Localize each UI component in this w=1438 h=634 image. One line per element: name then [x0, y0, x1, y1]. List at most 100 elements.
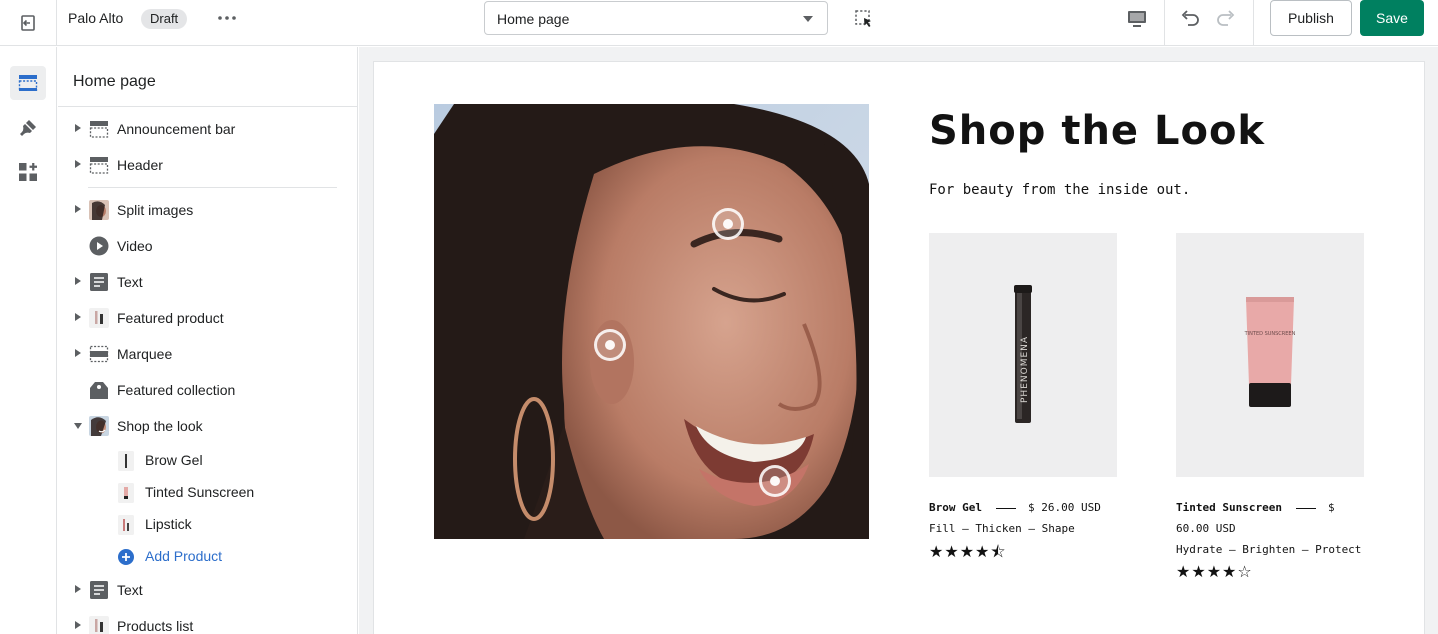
ellipsis-icon: [218, 16, 236, 20]
save-button[interactable]: Save: [1360, 0, 1424, 36]
divider: [58, 106, 357, 107]
product-label-text: TINTED SUNSCREEN: [1244, 331, 1296, 337]
product-name: Brow Gel: [929, 501, 982, 514]
sidebar-item-header[interactable]: Header: [58, 150, 357, 180]
sidebar-title: Home page: [73, 73, 156, 90]
product-image: PHENOMENA: [929, 233, 1117, 477]
desktop-icon: [1128, 11, 1146, 27]
product-label-text: PHENOMENA: [1020, 336, 1030, 403]
sidebar-item-shop-the-look[interactable]: Shop the look: [58, 411, 357, 441]
block-item-brow-gel[interactable]: Brow Gel: [58, 446, 357, 474]
rail-apps-button[interactable]: [10, 155, 46, 189]
hotspot-tinted-sunscreen[interactable]: [594, 329, 626, 361]
add-product-button[interactable]: Add Product: [58, 542, 357, 570]
page-select[interactable]: Home page: [484, 1, 828, 35]
publish-button[interactable]: Publish: [1270, 0, 1352, 36]
section-subheading: For beauty from the inside out.: [929, 182, 1191, 198]
sidebar-item-products-list[interactable]: Products list: [58, 611, 357, 634]
sidebar-item-label: Products list: [117, 618, 194, 634]
product-card[interactable]: TINTED SUNSCREEN Tinted Sunscreen $ 60.00…: [1176, 233, 1364, 581]
marquee-icon: [88, 343, 110, 365]
section-icon: [88, 118, 110, 140]
product-image: TINTED SUNSCREEN: [1176, 233, 1364, 477]
product-meta: Brow Gel $ 26.00 USD: [929, 497, 1117, 518]
chevron-right-icon: [75, 277, 81, 285]
image-thumbnail-icon: [88, 415, 110, 437]
dash-separator: [995, 507, 1016, 509]
sidebar-item-marquee[interactable]: Marquee: [58, 339, 357, 369]
status-badge: Draft: [141, 9, 188, 29]
chevron-right-icon: [75, 313, 81, 321]
paint-brush-icon: [20, 120, 36, 136]
editor-rail: [0, 47, 57, 634]
section-icon: [88, 154, 110, 176]
chevron-right-icon: [75, 585, 81, 593]
exit-icon: [21, 15, 35, 31]
product-thumbnail-icon: [88, 615, 110, 634]
block-item-label: Brow Gel: [145, 452, 203, 468]
sidebar-item-label: Split images: [117, 202, 194, 218]
image-thumbnail-icon: [88, 199, 110, 221]
sidebar-item-text-2[interactable]: Text: [58, 575, 357, 605]
sidebar-item-split-images[interactable]: Split images: [58, 195, 357, 225]
chevron-right-icon: [75, 160, 81, 168]
inspector-button[interactable]: [851, 6, 877, 32]
chevron-down-icon: [803, 16, 813, 22]
slider-pagination: [1108, 630, 1198, 634]
more-actions-button[interactable]: [214, 8, 240, 28]
play-icon: [88, 235, 110, 257]
redo-icon: [1217, 10, 1235, 26]
shop-the-look-image: [434, 104, 869, 539]
block-item-label: Lipstick: [145, 516, 192, 532]
product-price: $ 26.00 USD: [1027, 501, 1101, 514]
undo-button[interactable]: [1176, 4, 1204, 32]
product-name: Tinted Sunscreen: [1176, 501, 1282, 514]
section-heading: Shop the Look: [929, 108, 1266, 154]
desktop-view-button[interactable]: [1124, 6, 1150, 32]
rail-theme-settings-button[interactable]: [10, 111, 46, 145]
sidebar-item-featured-product[interactable]: Featured product: [58, 303, 357, 333]
dash-separator: [1295, 507, 1316, 509]
block-item-label: Tinted Sunscreen: [145, 484, 255, 500]
apps-icon: [19, 163, 37, 181]
sidebar-item-text[interactable]: Text: [58, 267, 357, 297]
add-product-label: Add Product: [145, 548, 223, 564]
sidebar-item-announcement-bar[interactable]: Announcement bar: [58, 114, 357, 144]
chevron-right-icon: [75, 124, 81, 132]
chevron-right-icon: [75, 621, 81, 629]
sidebar-item-label: Featured product: [117, 310, 224, 326]
divider: [1253, 0, 1254, 46]
sidebar-item-label: Shop the look: [117, 418, 203, 434]
store-name: Palo Alto: [68, 10, 124, 26]
product-price: $: [1327, 501, 1335, 514]
undo-icon: [1181, 10, 1199, 26]
page-select-value: Home page: [497, 11, 570, 27]
product-card[interactable]: PHENOMENA Brow Gel $ 26.00 USD Fill – Thi…: [929, 233, 1117, 568]
rail-sections-button[interactable]: [10, 66, 46, 100]
product-thumbnail-icon: [117, 482, 135, 504]
redo-button[interactable]: [1212, 4, 1240, 32]
block-item-lipstick[interactable]: Lipstick: [58, 510, 357, 538]
text-icon: [88, 271, 110, 293]
divider: [1164, 0, 1165, 46]
hotspot-lipstick[interactable]: [759, 465, 791, 497]
add-circle-icon: [117, 546, 135, 568]
model-photo: [434, 104, 869, 539]
sidebar-item-label: Featured collection: [117, 382, 236, 398]
select-element-icon: [855, 10, 871, 27]
sidebar-item-label: Header: [117, 157, 163, 173]
divider: [88, 187, 337, 188]
sidebar-item-video[interactable]: Video: [58, 231, 357, 261]
exit-button[interactable]: [0, 0, 57, 46]
product-price-amount: 60.00 USD: [1176, 522, 1236, 535]
sidebar-item-label: Text: [117, 274, 143, 290]
sidebar-item-label: Marquee: [117, 346, 173, 362]
storefront-preview: Shop the Look For beauty from the inside…: [374, 62, 1424, 634]
sidebar-item-featured-collection[interactable]: Featured collection: [58, 375, 357, 405]
product-thumbnail-icon: [88, 307, 110, 329]
text-icon: [88, 579, 110, 601]
sidebar-item-label: Text: [117, 582, 143, 598]
block-item-tinted-sunscreen[interactable]: Tinted Sunscreen: [58, 478, 357, 506]
hotspot-brow-gel[interactable]: [712, 208, 744, 240]
collection-tag-icon: [88, 379, 110, 401]
